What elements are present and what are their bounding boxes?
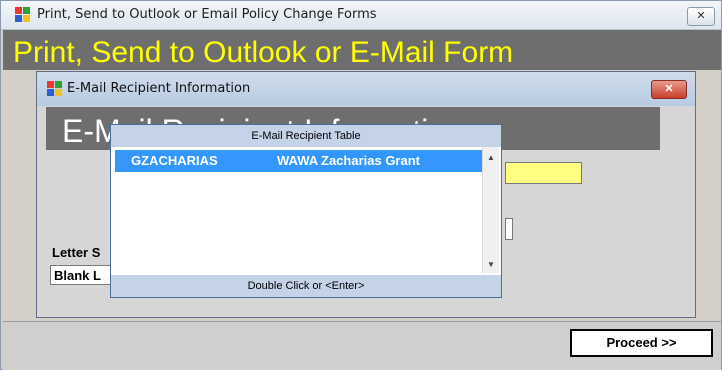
recipient-table-footer: Double Click or <Enter> [111, 275, 501, 297]
dialog-app-icon [47, 81, 63, 97]
scroll-up-icon[interactable]: ▲ [487, 153, 495, 162]
row-code: WAWA [277, 153, 319, 168]
letter-label: Letter S [52, 245, 101, 260]
recipient-table-header: E-Mail Recipient Table [111, 125, 501, 147]
row-id: GZACHARIAS [131, 153, 218, 168]
recipient-table-popup: E-Mail Recipient Table GZACHARIAS WAWA Z… [110, 124, 502, 298]
table-scrollbar[interactable]: ▲ ▼ [482, 147, 499, 273]
recipient-email-field[interactable] [505, 162, 582, 184]
main-title-bar: Print, Send to Outlook or Email Policy C… [1, 1, 721, 30]
recipient-small-field[interactable] [505, 218, 513, 240]
table-row[interactable]: GZACHARIAS WAWA Zacharias Grant [115, 150, 485, 172]
dialog-title-bar: E-Mail Recipient Information ✕ [37, 72, 695, 106]
dialog-title: E-Mail Recipient Information [67, 81, 251, 96]
proceed-button[interactable]: Proceed >> [570, 329, 713, 357]
row-name: Zacharias Grant [321, 153, 420, 168]
app-icon [15, 7, 31, 23]
scroll-down-icon[interactable]: ▼ [487, 260, 495, 269]
main-banner-title: Print, Send to Outlook or E-Mail Form [13, 36, 514, 69]
dialog-close-button[interactable]: ✕ [651, 80, 687, 99]
main-window-title: Print, Send to Outlook or Email Policy C… [37, 7, 377, 22]
main-close-button[interactable]: ✕ [687, 7, 715, 26]
main-banner: Print, Send to Outlook or E-Mail Form [3, 30, 721, 70]
